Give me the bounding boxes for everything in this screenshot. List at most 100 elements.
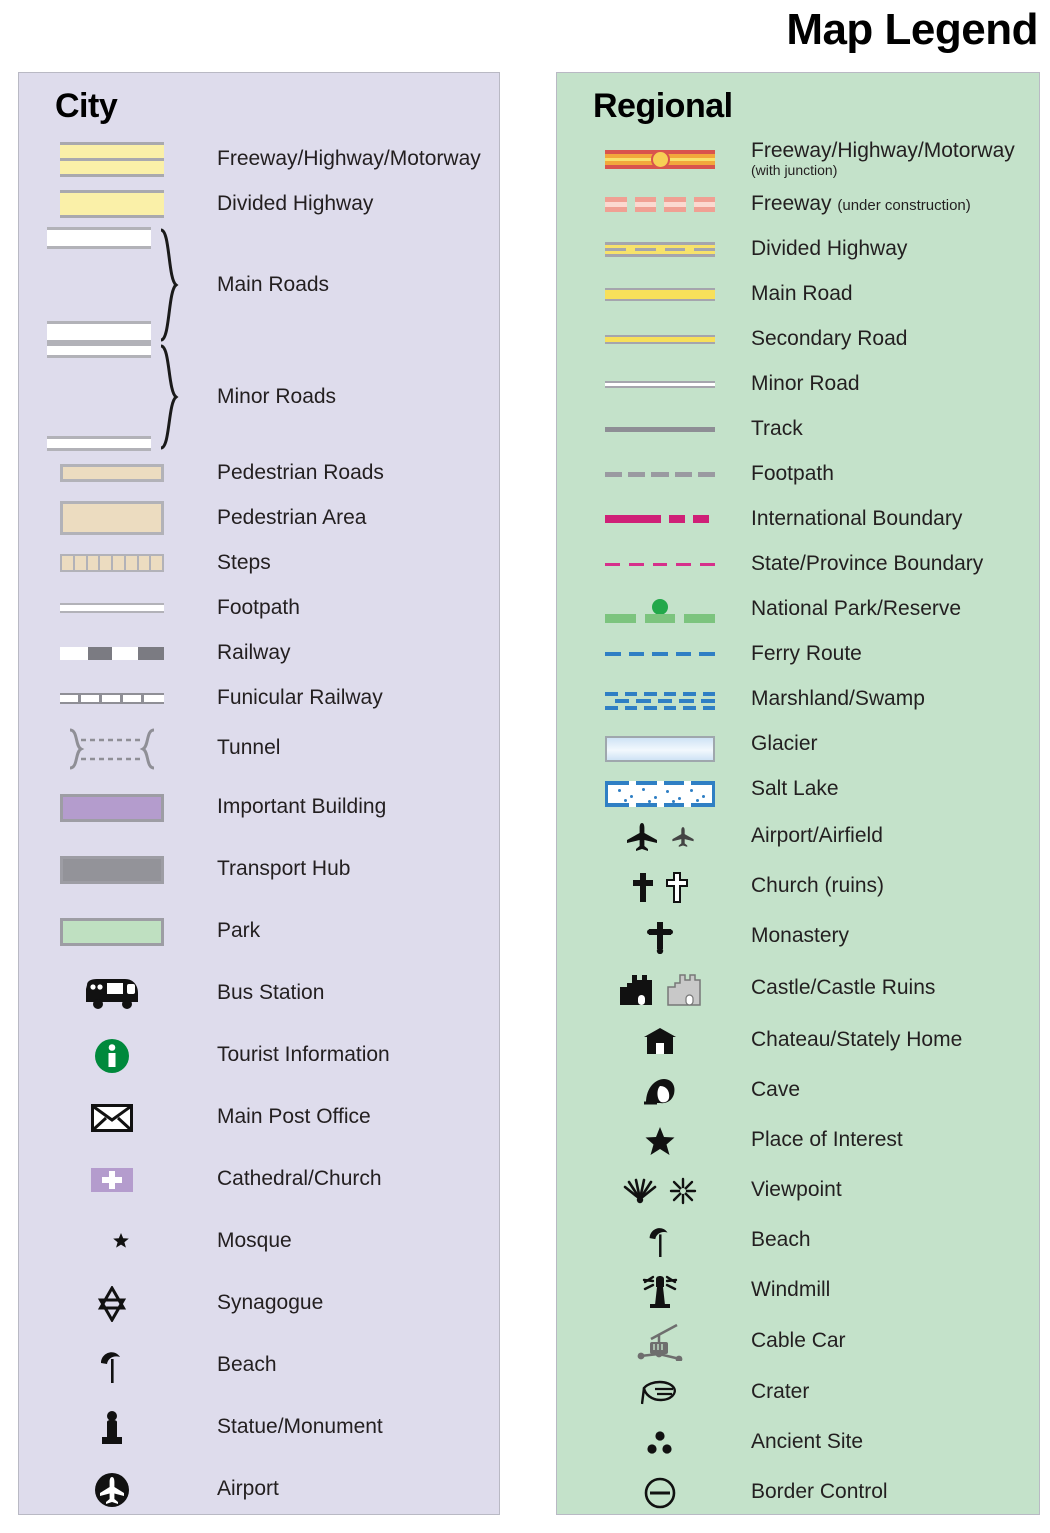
legend-item-bus-station[interactable]: Bus Station (19, 963, 499, 1025)
legend-item-railway[interactable]: Railway (19, 631, 499, 676)
legend-label: Glacier (751, 731, 818, 755)
legend-item-tunnel[interactable]: Tunnel (19, 721, 499, 777)
legend-item-ferry-route[interactable]: Ferry Route (557, 632, 1039, 677)
castle-ruins-icon (667, 973, 701, 1006)
legend-item-pedestrian-roads[interactable]: Pedestrian Roads (19, 451, 499, 496)
legend-item-main-roads[interactable]: Main Roads (19, 226, 499, 343)
brace-icon (160, 344, 179, 450)
legend-item-chateau[interactable]: Chateau/Stately Home (557, 1016, 1039, 1066)
legend-item-statue-monument[interactable]: Statue/Monument (19, 1397, 499, 1459)
legend-item-minor-road[interactable]: Minor Road (557, 362, 1039, 407)
legend-item-crater[interactable]: Crater (557, 1368, 1039, 1418)
monastery-cross-icon (595, 920, 725, 954)
legend-item-border-control[interactable]: Border Control (557, 1468, 1039, 1518)
legend-item-ancient-site[interactable]: Ancient Site (557, 1418, 1039, 1468)
legend-label: Park (217, 919, 261, 943)
legend-item-transport-hub[interactable]: Transport Hub (19, 839, 499, 901)
legend-label: Track (751, 416, 803, 440)
legend-item-airport-airfield[interactable]: Airport/Airfield (557, 812, 1039, 862)
legend-label: International Boundary (751, 506, 963, 530)
beach-umbrella-icon (595, 1224, 725, 1258)
legend-label: Transport Hub (217, 857, 351, 881)
legend-item-funicular-railway[interactable]: Funicular Railway (19, 676, 499, 721)
legend-label: Freeway/Highway/Motorway (217, 146, 481, 170)
important-building-swatch (47, 793, 177, 822)
freeway-swatch (47, 141, 177, 177)
legend-item-cable-car[interactable]: Cable Car (557, 1316, 1039, 1368)
tunnel-glyph (69, 728, 155, 770)
crescent-star-icon (47, 1225, 177, 1259)
church-cross-icon (47, 1165, 177, 1195)
legend-item-synagogue[interactable]: Synagogue (19, 1273, 499, 1335)
legend-label: Beach (751, 1228, 811, 1252)
legend-item-national-park[interactable]: National Park/Reserve (557, 587, 1039, 632)
legend-item-track[interactable]: Track (557, 407, 1039, 452)
legend-item-cave[interactable]: Cave (557, 1066, 1039, 1116)
legend-label: Minor Roads (217, 384, 337, 408)
railway-swatch (47, 646, 177, 660)
legend-item-footpath[interactable]: Footpath (557, 452, 1039, 497)
legend-label: Pedestrian Area (217, 505, 367, 529)
legend-label: Freeway (under construction) (751, 191, 971, 215)
legend-item-footpath[interactable]: Footpath (19, 586, 499, 631)
divided-highway-swatch (47, 190, 177, 219)
legend-item-glacier[interactable]: Glacier (557, 722, 1039, 767)
legend-label: Castle/Castle Ruins (751, 976, 936, 1000)
envelope-icon (47, 1103, 177, 1132)
legend-item-freeway[interactable]: Freeway/Highway/Motorway (19, 137, 499, 182)
legend-item-park[interactable]: Park (19, 901, 499, 963)
map-legend-page: Map Legend City Freeway/Highway/Motorway… (0, 0, 1050, 1533)
legend-item-steps[interactable]: Steps (19, 541, 499, 586)
legend-item-state-boundary[interactable]: State/Province Boundary (557, 542, 1039, 587)
legend-item-tourist-information[interactable]: Tourist Information (19, 1025, 499, 1087)
legend-label: Ancient Site (751, 1430, 864, 1454)
legend-label: Place of Interest (751, 1128, 903, 1152)
legend-label: Railway (217, 640, 291, 664)
legend-item-international-boundary[interactable]: International Boundary (557, 497, 1039, 542)
legend-item-beach[interactable]: Beach (557, 1216, 1039, 1266)
legend-item-airport[interactable]: Airport (19, 1459, 499, 1521)
legend-item-salt-lake[interactable]: Salt Lake (557, 767, 1039, 812)
legend-item-important-building[interactable]: Important Building (19, 777, 499, 839)
steps-swatch (47, 554, 177, 573)
viewpoint-icons (595, 1177, 725, 1205)
legend-label: Mosque (217, 1229, 292, 1253)
secondary-road-line (595, 317, 725, 362)
legend-label: Minor Road (751, 371, 860, 395)
legend-item-viewpoint[interactable]: Viewpoint (557, 1166, 1039, 1216)
legend-item-freeway-construction[interactable]: Freeway (under construction) (557, 182, 1039, 227)
legend-item-minor-roads[interactable]: Minor Roads (19, 342, 499, 451)
legend-item-place-of-interest[interactable]: Place of Interest (557, 1116, 1039, 1166)
airplane-icons (595, 822, 725, 852)
legend-item-main-road[interactable]: Main Road (557, 272, 1039, 317)
legend-label: Synagogue (217, 1291, 324, 1315)
legend-item-mosque[interactable]: Mosque (19, 1211, 499, 1273)
legend-item-divided-highway[interactable]: Divided Highway (557, 227, 1039, 272)
regional-panel-heading: Regional (593, 87, 733, 125)
legend-item-marshland[interactable]: Marshland/Swamp (557, 677, 1039, 722)
legend-item-beach[interactable]: Beach (19, 1335, 499, 1397)
airplane-large-icon (627, 822, 657, 851)
legend-item-church-ruins[interactable]: Church (ruins) (557, 862, 1039, 912)
legend-item-monastery[interactable]: Monastery (557, 912, 1039, 962)
international-boundary-line (595, 497, 725, 542)
legend-label: Bus Station (217, 981, 325, 1005)
legend-item-freeway-junction[interactable]: Freeway/Highway/Motorway (with junction) (557, 137, 1039, 182)
legend-label: Freeway/Highway/Motorway (with junction) (751, 139, 1015, 178)
legend-label: Monastery (751, 924, 850, 948)
legend-item-secondary-road[interactable]: Secondary Road (557, 317, 1039, 362)
legend-item-windmill[interactable]: Windmill (557, 1266, 1039, 1316)
freeway-junction-line (595, 137, 725, 182)
legend-label: Steps (217, 550, 271, 574)
legend-label: Cave (751, 1078, 801, 1102)
legend-label: Beach (217, 1353, 277, 1377)
legend-item-divided-highway[interactable]: Divided Highway (19, 182, 499, 227)
legend-item-cathedral-church[interactable]: Cathedral/Church (19, 1149, 499, 1211)
legend-item-castle[interactable]: Castle/Castle Ruins (557, 962, 1039, 1016)
regional-legend-rows: Freeway/Highway/Motorway (with junction)… (557, 137, 1039, 1518)
legend-label: Chateau/Stately Home (751, 1028, 963, 1052)
legend-label: Statue/Monument (217, 1415, 383, 1439)
legend-label: Airport (217, 1477, 279, 1501)
legend-item-main-post-office[interactable]: Main Post Office (19, 1087, 499, 1149)
legend-item-pedestrian-area[interactable]: Pedestrian Area (19, 496, 499, 541)
